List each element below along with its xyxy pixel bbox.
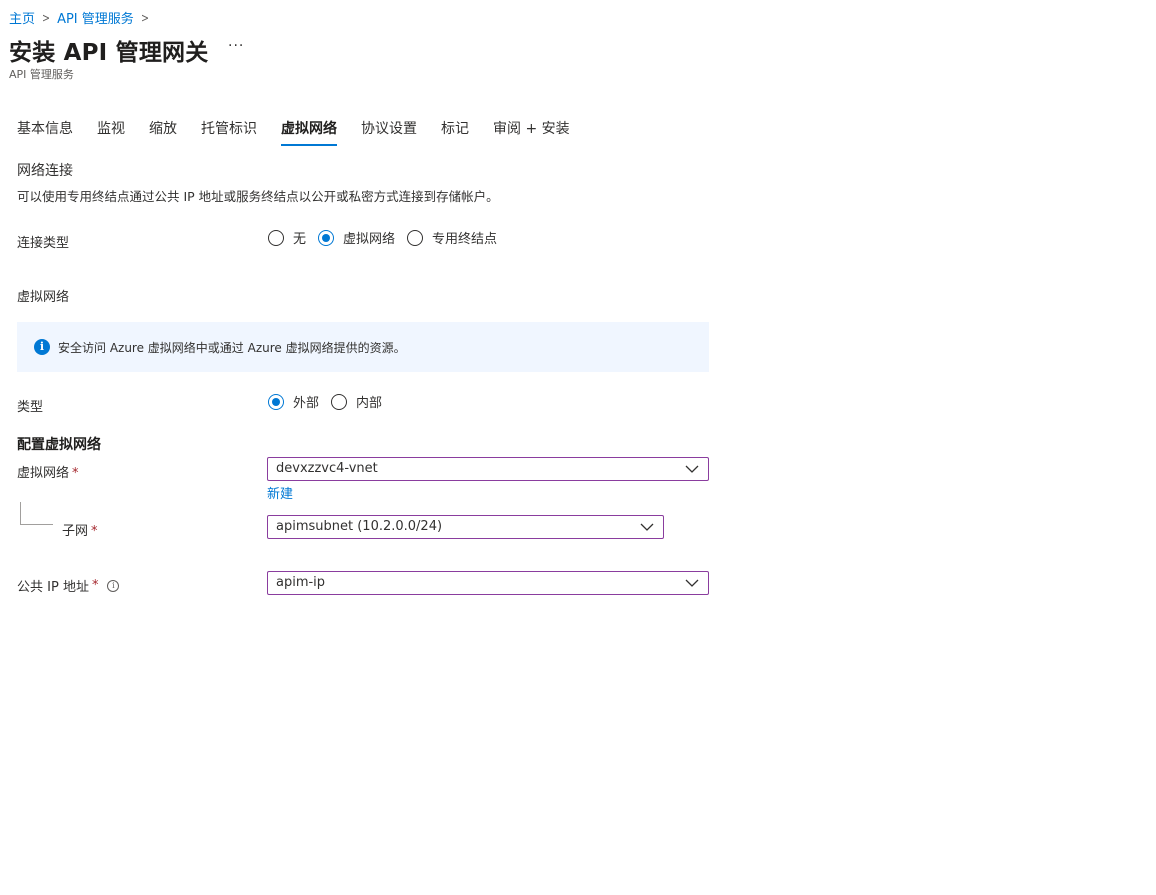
type-radio-group: 外部 内部	[268, 392, 394, 411]
radio-external-label[interactable]: 外部	[293, 392, 319, 411]
subnet-dropdown[interactable]: apimsubnet (10.2.0.0/24)	[267, 515, 664, 539]
chevron-down-icon	[685, 465, 699, 473]
tab-review-install[interactable]: 审阅 + 安装	[493, 118, 570, 144]
tree-connector	[20, 502, 53, 525]
tab-protocol-settings[interactable]: 协议设置	[361, 118, 417, 144]
subnet-dropdown-value: apimsubnet (10.2.0.0/24)	[276, 519, 443, 534]
tab-bar: 基本信息 监视 缩放 托管标识 虚拟网络 协议设置 标记 审阅 + 安装	[17, 118, 594, 146]
radio-external[interactable]	[268, 393, 284, 410]
vnet-field-label: 虚拟网络 *	[17, 462, 79, 481]
radio-private-endpoint[interactable]	[407, 229, 424, 246]
radio-private-endpoint-label[interactable]: 专用终结点	[432, 228, 497, 247]
tab-monitoring[interactable]: 监视	[97, 118, 125, 144]
config-vnet-title: 配置虚拟网络	[17, 437, 101, 453]
info-icon[interactable]: i	[107, 579, 120, 592]
subnet-field-label: 子网 *	[62, 520, 98, 539]
breadcrumb: 主页 > API 管理服务 >	[9, 8, 156, 28]
info-text: 安全访问 Azure 虚拟网络中或通过 Azure 虚拟网络提供的资源。	[58, 341, 406, 355]
public-ip-field-label-text: 公共 IP 地址	[17, 580, 89, 595]
public-ip-field-label: 公共 IP 地址 * i	[17, 576, 120, 595]
info-icon: i	[34, 339, 50, 355]
create-new-link[interactable]: 新建	[267, 483, 293, 502]
page-title: 安装 API 管理网关	[9, 40, 209, 66]
tab-managed-identity[interactable]: 托管标识	[201, 118, 257, 144]
vnet-dropdown-value: devxzzvc4-vnet	[276, 461, 378, 476]
required-mark: *	[91, 524, 98, 539]
breadcrumb-home-link[interactable]: 主页	[9, 8, 35, 27]
connection-type-label: 连接类型	[17, 236, 70, 251]
radio-virtual-network[interactable]	[318, 229, 335, 246]
section-description: 可以使用专用终结点通过公共 IP 地址或服务终结点以公开或私密方式连接到存储帐户…	[17, 189, 499, 204]
breadcrumb-service-link[interactable]: API 管理服务	[57, 8, 134, 27]
section-title: 网络连接	[17, 163, 73, 179]
chevron-down-icon	[685, 579, 699, 587]
radio-none[interactable]	[268, 229, 284, 246]
more-options-button[interactable]: ···	[228, 38, 244, 54]
radio-internal-label[interactable]: 内部	[356, 392, 382, 411]
chevron-right-icon: >	[42, 10, 51, 25]
chevron-down-icon	[640, 523, 654, 531]
vnet-section-label: 虚拟网络	[17, 290, 70, 305]
radio-virtual-network-label[interactable]: 虚拟网络	[343, 228, 395, 247]
tab-virtual-network[interactable]: 虚拟网络	[281, 118, 337, 146]
page-subtitle: API 管理服务	[9, 68, 74, 81]
radio-internal[interactable]	[331, 393, 348, 410]
radio-none-label[interactable]: 无	[293, 228, 306, 247]
public-ip-dropdown-value: apim-ip	[276, 575, 326, 590]
vnet-dropdown[interactable]: devxzzvc4-vnet	[267, 457, 709, 481]
connection-type-radio-group: 无 虚拟网络 专用终结点	[268, 228, 509, 247]
required-mark: *	[91, 578, 99, 593]
public-ip-dropdown[interactable]: apim-ip	[267, 571, 709, 595]
type-label: 类型	[17, 400, 44, 415]
vnet-field-label-text: 虚拟网络	[17, 466, 70, 481]
tab-scale[interactable]: 缩放	[149, 118, 177, 144]
subnet-field-label-text: 子网	[62, 524, 89, 539]
chevron-right-icon: >	[140, 10, 149, 25]
tab-tags[interactable]: 标记	[441, 118, 469, 144]
info-banner: i 安全访问 Azure 虚拟网络中或通过 Azure 虚拟网络提供的资源。	[17, 322, 709, 372]
required-mark: *	[72, 466, 79, 481]
tab-basics[interactable]: 基本信息	[17, 118, 73, 144]
